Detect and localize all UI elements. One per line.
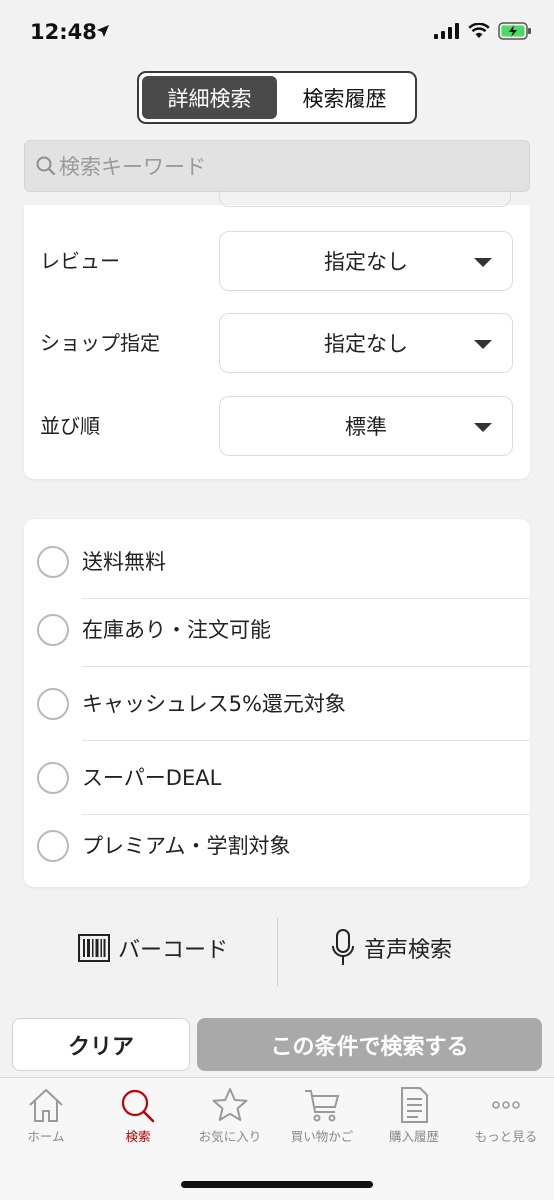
tab-label: ホーム	[27, 1129, 65, 1144]
condition-super-deal[interactable]: スーパーDEAL	[24, 741, 530, 815]
tab-advanced-search[interactable]: 詳細検索	[142, 76, 277, 119]
select-value: 指定なし	[324, 332, 408, 356]
condition-label: プレミアム・学割対象	[82, 834, 291, 858]
filter-label: 並び順	[40, 414, 100, 438]
tab-label: 購入履歴	[388, 1129, 439, 1144]
star-icon	[212, 1088, 248, 1121]
tab-favorites[interactable]: お気に入り	[184, 1078, 276, 1158]
radio-button[interactable]	[37, 762, 69, 794]
filter-label: ショップ指定	[40, 331, 160, 355]
search-icon	[121, 1089, 155, 1123]
clear-button[interactable]: クリア	[12, 1018, 190, 1071]
radio-button[interactable]	[37, 614, 69, 646]
caret-down-icon	[474, 423, 492, 432]
signal-icon	[434, 23, 459, 39]
tab-more[interactable]: もっと見る	[460, 1078, 552, 1158]
condition-label: キャッシュレス5%還元対象	[82, 692, 346, 716]
barcode-label: バーコード	[118, 938, 229, 963]
history-icon	[401, 1087, 428, 1123]
tab-cart[interactable]: 買い物かご	[276, 1078, 368, 1158]
search-mode-segmented-control: 詳細検索 検索履歴	[137, 71, 417, 124]
partial-select-box[interactable]	[219, 189, 511, 207]
tab-label: 検索	[125, 1129, 151, 1144]
filter-row-shop: ショップ指定 指定なし	[24, 313, 530, 373]
location-arrow-icon	[97, 25, 109, 37]
search-icon	[36, 156, 56, 176]
tab-search[interactable]: 検索	[92, 1078, 184, 1158]
tab-label: もっと見る	[474, 1129, 538, 1144]
search-input[interactable]: 検索キーワード	[24, 140, 530, 192]
select-value: 指定なし	[324, 250, 408, 274]
condition-in-stock[interactable]: 在庫あり・注文可能	[24, 593, 530, 667]
condition-free-shipping[interactable]: 送料無料	[24, 525, 530, 599]
radio-button[interactable]	[37, 546, 69, 578]
barcode-button[interactable]: バーコード	[78, 912, 228, 984]
shop-select[interactable]: 指定なし	[219, 313, 513, 373]
home-indicator	[181, 1181, 373, 1188]
tab-purchase-history[interactable]: 購入履歴	[368, 1078, 460, 1158]
tab-label: 買い物かご	[290, 1129, 354, 1144]
voice-search-label: 音声検索	[364, 938, 453, 963]
caret-down-icon	[474, 258, 492, 267]
radio-button[interactable]	[37, 688, 69, 720]
barcode-icon	[78, 934, 110, 962]
filter-row-review: レビュー 指定なし	[24, 231, 530, 291]
condition-premium[interactable]: プレミアム・学割対象	[24, 809, 530, 883]
filter-card: レビュー 指定なし ショップ指定 指定なし 並び順 標準	[24, 189, 530, 479]
tab-label: お気に入り	[198, 1129, 262, 1144]
radio-button[interactable]	[37, 830, 69, 862]
select-value: 標準	[345, 415, 387, 439]
sort-select[interactable]: 標準	[219, 396, 513, 456]
voice-search-button[interactable]: 音声検索	[330, 912, 452, 984]
filter-row-sort: 並び順 標準	[24, 396, 530, 456]
condition-label: 在庫あり・注文可能	[82, 618, 271, 642]
status-bar: 12:48	[0, 0, 554, 64]
search-tools: バーコード 音声検索	[0, 912, 554, 986]
battery-icon	[498, 22, 531, 40]
search-submit-button[interactable]: この条件で検索する	[197, 1018, 542, 1071]
cart-icon	[305, 1090, 340, 1122]
wifi-icon	[468, 23, 490, 38]
conditions-card: 送料無料 在庫あり・注文可能 キャッシュレス5%還元対象 スーパーDEAL プレ…	[24, 519, 530, 887]
microphone-icon	[332, 929, 354, 965]
divider	[277, 918, 278, 986]
search-placeholder: 検索キーワード	[59, 155, 206, 179]
condition-label: スーパーDEAL	[82, 766, 222, 790]
tab-search-history[interactable]: 検索履歴	[277, 76, 412, 119]
home-icon	[29, 1088, 63, 1122]
more-icon	[492, 1101, 520, 1109]
condition-label: 送料無料	[82, 550, 166, 574]
condition-cashless[interactable]: キャッシュレス5%還元対象	[24, 667, 530, 741]
status-icons	[434, 22, 532, 40]
caret-down-icon	[474, 340, 492, 349]
filter-label: レビュー	[40, 249, 120, 273]
status-time: 12:48	[30, 20, 97, 44]
tab-home[interactable]: ホーム	[0, 1078, 92, 1158]
review-select[interactable]: 指定なし	[219, 231, 513, 291]
